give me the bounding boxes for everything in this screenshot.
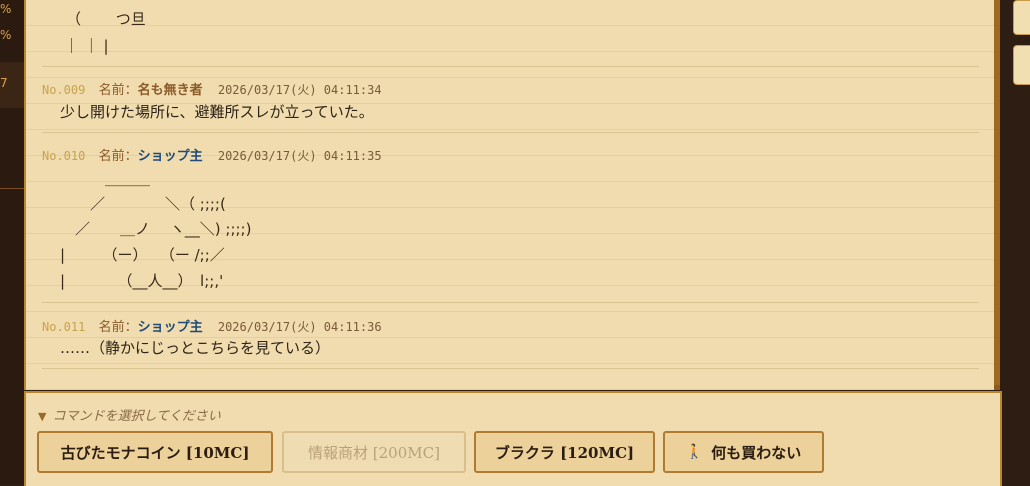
post-number[interactable]: No.009 xyxy=(42,83,85,97)
post-header: No.010 名前：ショップ主 2026/03/17(火) 04:11:35 xyxy=(42,145,382,164)
left-sidebar-strip: % % 7 xyxy=(0,0,24,484)
post-divider xyxy=(42,66,979,67)
divider xyxy=(0,188,24,189)
post-number[interactable]: No.010 xyxy=(42,149,85,163)
post-header: No.011 名前：ショップ主 2026/03/17(火) 04:11:36 xyxy=(42,316,382,335)
buy-info-product-button: 情報商材 [200MC] xyxy=(282,431,466,473)
command-prompt-text: コマンドを選択してください xyxy=(52,409,221,424)
walking-person-icon: 🚶 xyxy=(685,444,704,460)
command-prompt: ▼ コマンドを選択してください xyxy=(38,405,221,424)
post-date: 2026/03/17(火) 04:11:35 xyxy=(217,149,382,163)
buy-old-monacoin-button[interactable]: 古びたモナコイン [10MC] xyxy=(37,431,273,473)
name-label: 名前： xyxy=(98,83,138,98)
post-number[interactable]: No.011 xyxy=(42,320,85,334)
buy-browser-crasher-button[interactable]: ブラクラ [120MC] xyxy=(474,431,655,473)
sidebar-highlight: 7 xyxy=(0,62,24,108)
post-date: 2026/03/17(火) 04:11:36 xyxy=(217,320,382,334)
post-date: 2026/03/17(火) 04:11:34 xyxy=(217,83,382,97)
ascii-art-line: | （__人__） l;;,' xyxy=(60,272,224,290)
ascii-art-line: ／ ＿ノ ヽ__＼) ;;;;) xyxy=(60,220,252,238)
buy-nothing-label: 何も買わない xyxy=(711,443,802,462)
sidebar-marker: 7 xyxy=(0,76,8,90)
name-label: 名前： xyxy=(98,149,138,164)
thread-panel[interactable]: （ つ旦 ｜ ｜ | No.009 名前：名も無き者 2026/03/17(火)… xyxy=(24,0,996,390)
poster-name: ショップ主 xyxy=(137,149,203,164)
ascii-art-line: （ つ旦 xyxy=(66,10,146,28)
post-body: ……（静かにじっとこちらを見ている） xyxy=(60,339,331,357)
ascii-art-line: ／ ＼（ ;;;;( xyxy=(60,195,226,213)
poster-name: 名も無き者 xyxy=(137,83,203,98)
ascii-art-line: ｜ ｜ | xyxy=(64,37,109,55)
triangle-down-icon: ▼ xyxy=(38,410,47,423)
post-divider xyxy=(42,302,979,303)
name-label: 名前： xyxy=(98,320,138,335)
ascii-art-line: | （ー） （ー /;;／ xyxy=(60,246,225,264)
post-divider xyxy=(42,132,979,133)
buy-nothing-button[interactable]: 🚶 何も買わない xyxy=(663,431,824,473)
side-tab-button[interactable] xyxy=(1013,0,1030,35)
poster-name: ショップ主 xyxy=(137,320,203,335)
post-divider xyxy=(42,368,979,369)
post-header: No.009 名前：名も無き者 2026/03/17(火) 04:11:34 xyxy=(42,79,382,98)
ascii-art-line: ＿＿＿ xyxy=(60,170,151,188)
post-body: 少し開けた場所に、避難所スレが立っていた。 xyxy=(60,103,374,121)
percent-marker: % xyxy=(0,28,12,42)
side-tab-button[interactable] xyxy=(1013,45,1030,85)
command-panel: ▼ コマンドを選択してください 古びたモナコイン [10MC] 情報商材 [200… xyxy=(24,391,1002,486)
percent-marker: % xyxy=(0,2,12,16)
